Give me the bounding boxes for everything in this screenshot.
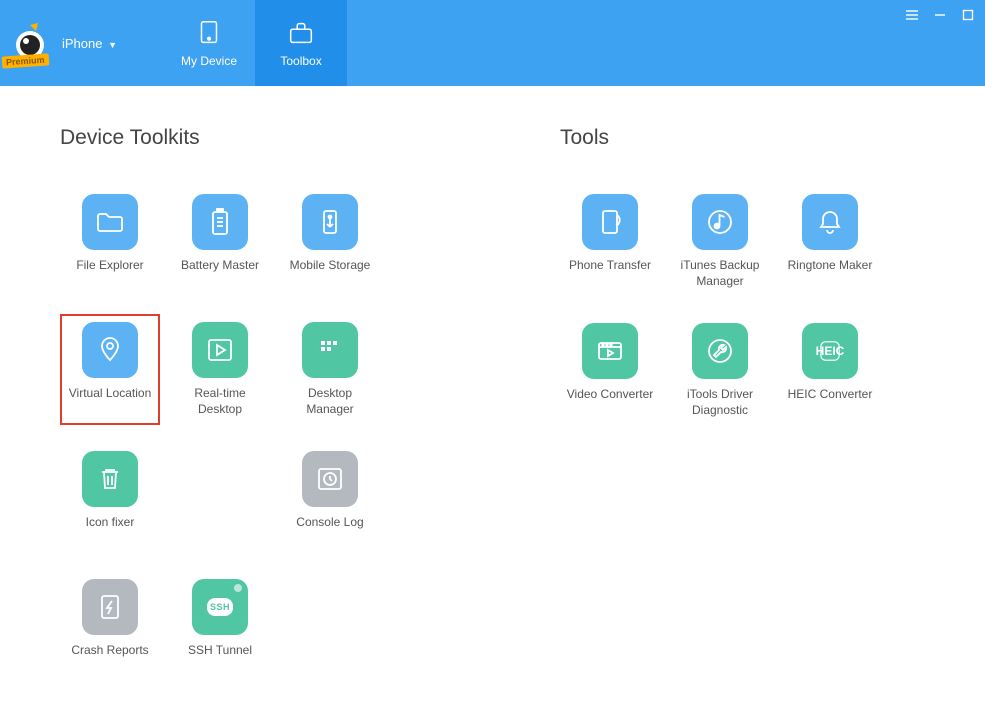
tile-label: Mobile Storage (290, 258, 371, 288)
tile-label: iTools Driver Diagnostic (674, 387, 766, 418)
section-device-toolkits: Device Toolkits File Explorer Battery Ma… (60, 126, 480, 681)
section-tools: Tools Phone Transfer iTunes Backup Manag… (560, 126, 890, 681)
maximize-icon[interactable] (961, 8, 975, 22)
tile-icon-fixer[interactable]: Icon fixer (60, 443, 160, 553)
folder-icon (82, 194, 138, 250)
tile-label: Icon fixer (86, 515, 135, 545)
tile-heic-converter[interactable]: HEIC HEIC Converter (780, 315, 880, 426)
tile-label: SSH Tunnel (188, 643, 252, 673)
tile-battery-master[interactable]: Battery Master (170, 186, 270, 296)
wrench-icon (692, 323, 748, 379)
minimize-icon[interactable] (933, 8, 947, 22)
tile-label: HEIC Converter (788, 387, 873, 417)
content-area: Device Toolkits File Explorer Battery Ma… (0, 86, 985, 701)
brand-area: Premium iPhone ▼ (0, 0, 133, 86)
play-icon (192, 322, 248, 378)
tile-video-converter[interactable]: Video Converter (560, 315, 660, 426)
tab-my-device-label: My Device (181, 54, 237, 68)
tile-desktop-manager[interactable]: Desktop Manager (280, 314, 380, 425)
bell-icon (802, 194, 858, 250)
tile-label: Battery Master (181, 258, 259, 288)
tile-ringtone-maker[interactable]: Ringtone Maker (780, 186, 880, 297)
usb-icon (302, 194, 358, 250)
device-toolkits-grid: File Explorer Battery Master Mobile Stor… (60, 186, 480, 681)
tile-label: Phone Transfer (569, 258, 651, 288)
tab-toolbox-label: Toolbox (280, 54, 321, 68)
tile-console-log[interactable]: Console Log (280, 443, 380, 553)
tile-label: Real-time Desktop (174, 386, 266, 417)
tile-driver-diagnostic[interactable]: iTools Driver Diagnostic (670, 315, 770, 426)
premium-badge: Premium (2, 53, 49, 68)
tile-label: Desktop Manager (284, 386, 376, 417)
tile-mobile-storage[interactable]: Mobile Storage (280, 186, 380, 296)
tile-crash-reports[interactable]: Crash Reports (60, 571, 160, 681)
transfer-icon (582, 194, 638, 250)
tools-grid: Phone Transfer iTunes Backup Manager Rin… (560, 186, 890, 426)
tile-label: Ringtone Maker (788, 258, 873, 288)
tile-itunes-backup[interactable]: iTunes Backup Manager (670, 186, 770, 297)
tile-phone-transfer[interactable]: Phone Transfer (560, 186, 660, 297)
nav-tabs: My Device Toolbox (163, 0, 347, 86)
menu-icon[interactable] (905, 8, 919, 22)
titlebar: Premium iPhone ▼ My Device Toolbox (0, 0, 985, 86)
app-logo: Premium (8, 21, 52, 65)
tile-label: File Explorer (76, 258, 143, 288)
crash-icon (82, 579, 138, 635)
tile-label: Video Converter (567, 387, 654, 417)
tile-virtual-location[interactable]: Virtual Location (60, 314, 160, 425)
device-selector[interactable]: iPhone ▼ (62, 36, 117, 51)
tile-realtime-desktop[interactable]: Real-time Desktop (170, 314, 270, 425)
section-title-tools: Tools (560, 126, 890, 150)
ssh-icon: SSH (192, 579, 248, 635)
trash-icon (82, 451, 138, 507)
tile-label: Crash Reports (71, 643, 148, 673)
tab-my-device[interactable]: My Device (163, 0, 255, 86)
grid-icon (302, 322, 358, 378)
tile-ssh-tunnel[interactable]: SSH SSH Tunnel (170, 571, 270, 681)
battery-icon (192, 194, 248, 250)
heic-icon: HEIC (802, 323, 858, 379)
chevron-down-icon: ▼ (108, 40, 117, 50)
tile-label: Virtual Location (69, 386, 152, 416)
tile-file-explorer[interactable]: File Explorer (60, 186, 160, 296)
tile-label: iTunes Backup Manager (674, 258, 766, 289)
location-pin-icon (82, 322, 138, 378)
video-icon (582, 323, 638, 379)
section-title-device-toolkits: Device Toolkits (60, 126, 480, 150)
music-backup-icon (692, 194, 748, 250)
tab-toolbox[interactable]: Toolbox (255, 0, 347, 86)
window-controls (905, 8, 975, 22)
device-selector-label: iPhone (62, 36, 102, 51)
clock-icon (302, 451, 358, 507)
tile-label: Console Log (296, 515, 363, 545)
